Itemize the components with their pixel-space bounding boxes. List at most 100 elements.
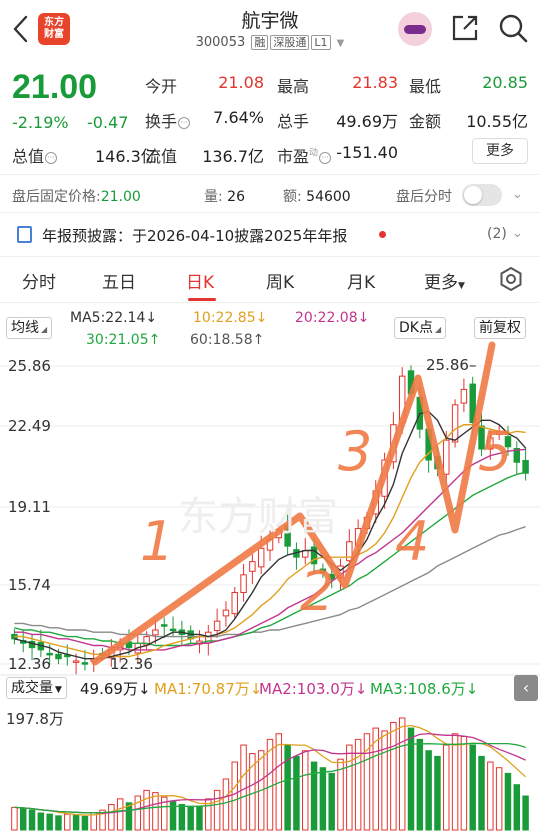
volume-indicator-selector[interactable]: 成交量 ▼ bbox=[6, 677, 67, 699]
volume-bar bbox=[513, 784, 521, 831]
avatar[interactable] bbox=[398, 12, 432, 46]
last-price: 21.00 bbox=[12, 68, 98, 106]
margin-tag: 融 bbox=[251, 35, 269, 50]
info-icon[interactable]: ··· bbox=[45, 152, 58, 164]
y-tick-label: 15.74 bbox=[8, 576, 51, 594]
float-cap-label: 流值 bbox=[145, 147, 178, 166]
amount-label: 金额 bbox=[409, 112, 442, 131]
high-label: 最高 bbox=[277, 77, 310, 96]
candle-body bbox=[222, 609, 230, 617]
float-cap-value: 136.7亿 bbox=[202, 147, 264, 166]
volume-bar bbox=[319, 767, 327, 831]
ma10-value: 10:22.85↓ bbox=[193, 310, 268, 326]
volume-bar bbox=[178, 804, 186, 831]
candle-body bbox=[522, 459, 529, 474]
candle-body bbox=[460, 388, 468, 404]
annual-report-notice[interactable]: 年报预披露：于2026-04-10披露2025年年报 bbox=[42, 225, 347, 246]
candle-body bbox=[240, 574, 247, 593]
volume-bar bbox=[310, 761, 318, 831]
gear-icon[interactable] bbox=[498, 266, 524, 292]
search-icon[interactable] bbox=[497, 12, 529, 44]
change-percent: -2.19% bbox=[12, 113, 69, 132]
annotation-digit: 2 bbox=[300, 560, 334, 623]
level-tag: L1 bbox=[311, 35, 331, 50]
turnover-label[interactable]: 换手 ··· bbox=[145, 108, 191, 132]
candle-body bbox=[443, 439, 450, 475]
volume-bar bbox=[72, 814, 80, 831]
annotation-digit: 5 bbox=[478, 420, 512, 483]
volume-bar bbox=[240, 744, 247, 831]
volume-bar bbox=[460, 736, 468, 831]
header-bar: 东方 财富 航宇微 300053 融深股通 L1 ▼ bbox=[0, 0, 540, 62]
ma5-value: MA5:22.14↓ bbox=[70, 310, 158, 326]
volume-bar bbox=[478, 755, 485, 831]
period-tabs: 分时 五日 日K 周K 月K 更多▼ bbox=[0, 258, 540, 302]
tab-more[interactable]: 更多▼ bbox=[424, 268, 465, 293]
price-adjust-selector[interactable]: 前复权 bbox=[474, 317, 526, 339]
notice-count: (2) bbox=[487, 226, 507, 242]
volume-bar bbox=[222, 778, 230, 831]
annotation-digit: 4 bbox=[395, 510, 429, 573]
volume-bar bbox=[116, 798, 124, 831]
volume-current: 49.69万↓ bbox=[80, 680, 151, 698]
open-label: 今开 bbox=[145, 77, 178, 96]
k-line-chart[interactable]: 1 2 345 东方财富 bbox=[0, 340, 540, 838]
chevron-down-icon[interactable]: ⌄ bbox=[512, 187, 523, 202]
volume-bar bbox=[293, 755, 300, 831]
divider bbox=[0, 302, 540, 303]
collapse-panel-icon[interactable]: ‹ bbox=[514, 675, 538, 701]
divider bbox=[0, 174, 540, 175]
volume-ma1: MA1:70.87万↓ bbox=[154, 680, 263, 698]
tab-weekly-k[interactable]: 周K bbox=[266, 268, 294, 293]
candle-body bbox=[161, 624, 168, 627]
volume-bar bbox=[522, 795, 529, 831]
volume-bar bbox=[425, 750, 432, 831]
volume-ma3: MA3:108.6万↓ bbox=[370, 680, 479, 698]
tab-monthly-k[interactable]: 月K bbox=[347, 268, 375, 293]
watermark: 东方财富 bbox=[178, 494, 338, 540]
total-cap-label[interactable]: 总值 ··· bbox=[12, 143, 58, 167]
caret-down-icon: ▼ bbox=[336, 38, 345, 49]
more-button[interactable]: 更多 bbox=[472, 138, 528, 164]
volume-bar bbox=[152, 792, 159, 831]
volume-bar bbox=[328, 772, 335, 831]
volume-bar bbox=[19, 807, 27, 831]
annotation-digit: 3 bbox=[338, 420, 372, 483]
volume-bar bbox=[55, 815, 62, 831]
volume-bar bbox=[81, 815, 89, 831]
candle-body bbox=[81, 662, 89, 665]
ma-selector[interactable]: 均线 ◢ bbox=[6, 317, 53, 339]
volume-bar bbox=[11, 806, 18, 831]
y-tick-label: 25.86 bbox=[8, 357, 51, 375]
pe-label[interactable]: 市盈动 ··· bbox=[277, 143, 332, 167]
after-hours-toggle[interactable] bbox=[462, 184, 502, 206]
info-icon[interactable]: ··· bbox=[178, 117, 191, 129]
volume-bar bbox=[434, 755, 441, 831]
volume-bar bbox=[37, 812, 45, 831]
candle-body bbox=[451, 404, 459, 443]
volume-bar bbox=[495, 767, 503, 831]
volume-bar bbox=[46, 813, 53, 831]
candle-body bbox=[213, 620, 221, 631]
volume-bar bbox=[143, 789, 150, 831]
after-hours-amount: 额: 54600 bbox=[283, 189, 351, 205]
tab-intraday[interactable]: 分时 bbox=[22, 268, 56, 293]
annotation-digit: 1 bbox=[140, 510, 174, 573]
volume-bar bbox=[451, 733, 459, 831]
volume-bar bbox=[346, 744, 353, 831]
volume-bar bbox=[390, 721, 397, 831]
dk-point-selector[interactable]: DK点 ◢ bbox=[394, 317, 447, 339]
after-hours-qty: 量: 26 bbox=[204, 189, 245, 205]
tab-five-day[interactable]: 五日 bbox=[102, 268, 136, 293]
volume-bar bbox=[187, 806, 194, 831]
share-icon[interactable] bbox=[450, 13, 480, 43]
stock-code: 300053 bbox=[195, 35, 246, 50]
divider bbox=[0, 212, 540, 213]
volume-bar bbox=[469, 744, 476, 831]
chevron-down-icon[interactable]: ⌄ bbox=[512, 226, 523, 241]
ma20-value: 20:22.08↓ bbox=[295, 310, 370, 326]
volume-max-label: 197.8万 bbox=[6, 710, 64, 728]
info-icon[interactable]: ··· bbox=[319, 152, 332, 164]
tab-daily-k[interactable]: 日K bbox=[186, 268, 214, 293]
volume-label: 总手 bbox=[277, 112, 310, 131]
